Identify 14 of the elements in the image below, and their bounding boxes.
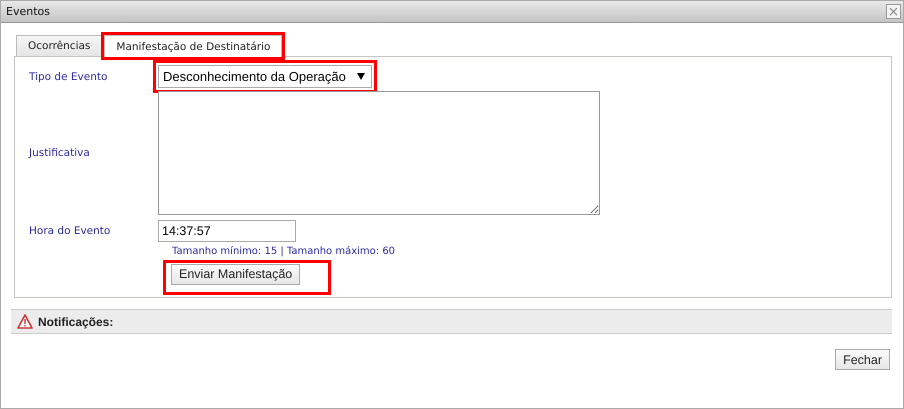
length-hint: Tamanho mínimo: 15 | Tamanho máximo: 60 <box>172 246 396 257</box>
window-title: Eventos <box>6 5 50 18</box>
tab[interactable]: Manifestação de Destinatário <box>104 35 282 57</box>
tab[interactable]: Ocorrências <box>16 35 102 56</box>
field-label: Tipo de Evento <box>29 70 108 82</box>
warning-icon <box>17 314 33 329</box>
time-field[interactable]: 14:37:57 <box>158 220 296 242</box>
notifications-title: Notificações: <box>38 314 114 328</box>
send-button[interactable]: Enviar Manifestação <box>171 264 300 284</box>
field-label: Justificativa <box>29 147 91 159</box>
justification-field[interactable] <box>158 91 600 215</box>
close-dialog-button[interactable]: Fechar <box>835 349 890 370</box>
field-label: Hora do Evento <box>29 225 112 237</box>
dropdown-caret-icon <box>357 73 365 80</box>
